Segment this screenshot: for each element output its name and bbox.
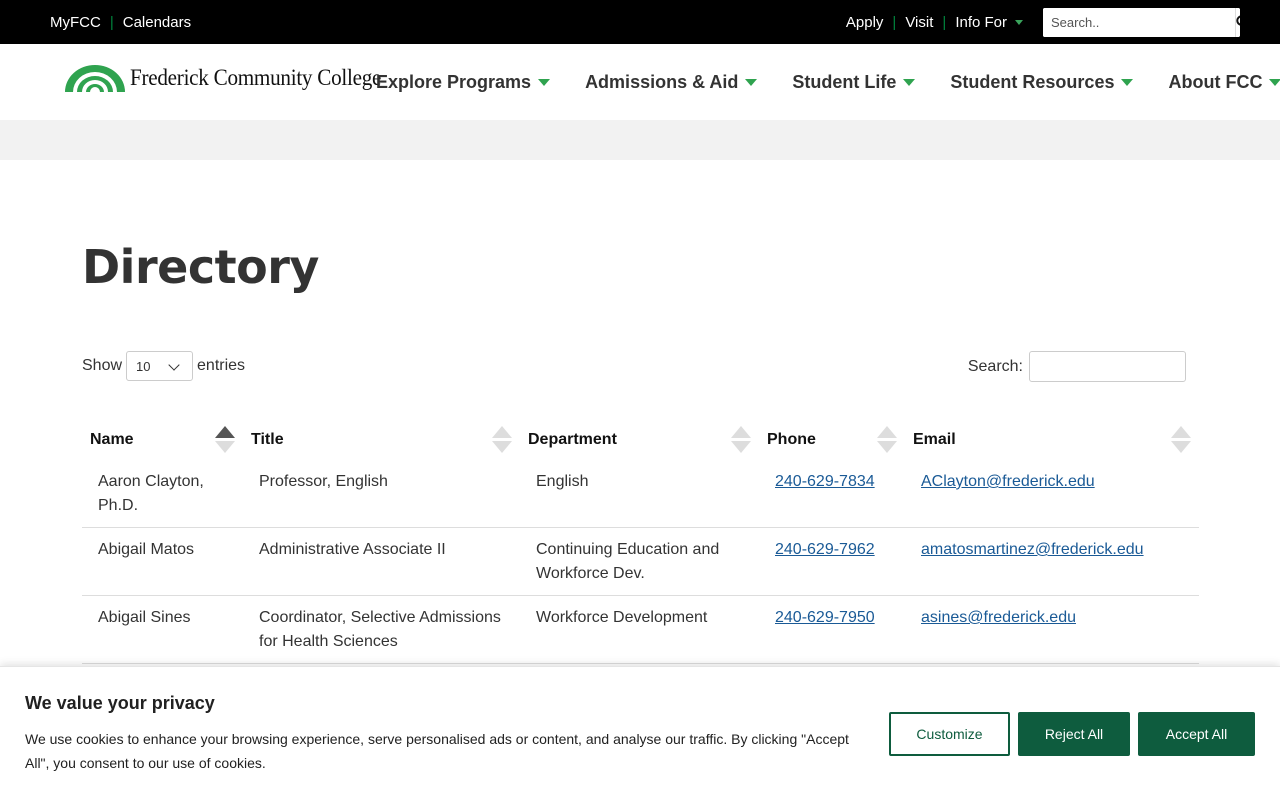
table-search-input[interactable] bbox=[1029, 351, 1186, 382]
calendars-link[interactable]: Calendars bbox=[123, 14, 191, 31]
entries-select[interactable]: 10 bbox=[126, 351, 194, 381]
utility-bar: MyFCC | Calendars Apply | Visit | Info F… bbox=[0, 0, 1280, 44]
cell-department: Workforce Development bbox=[520, 595, 759, 664]
cell-email: AClayton@frederick.edu bbox=[905, 460, 1199, 528]
page-title: Directory bbox=[82, 240, 319, 294]
caret-down-icon bbox=[745, 78, 758, 86]
breadcrumb-bar bbox=[0, 120, 1280, 160]
site-search bbox=[1043, 7, 1240, 37]
entries-value: 10 bbox=[136, 358, 151, 374]
email-link[interactable]: AClayton@frederick.edu bbox=[921, 473, 1095, 490]
primary-nav: Explore Programs Admissions & Aid Studen… bbox=[376, 44, 1280, 120]
cell-name: Abigail Matos bbox=[82, 527, 243, 596]
cookie-description: We use cookies to enhance your browsing … bbox=[25, 731, 849, 771]
email-link[interactable]: amatosmartinez@frederick.edu bbox=[921, 541, 1144, 558]
apply-link[interactable]: Apply bbox=[846, 14, 884, 31]
caret-down-icon bbox=[903, 78, 916, 86]
caret-down-icon bbox=[538, 78, 551, 86]
divider: | bbox=[109, 13, 114, 31]
nav-label: Student Resources bbox=[950, 71, 1115, 92]
column-header-title[interactable]: Title bbox=[243, 420, 520, 460]
caret-down-icon bbox=[1121, 78, 1134, 86]
visit-link[interactable]: Visit bbox=[905, 14, 933, 31]
column-header-phone[interactable]: Phone bbox=[759, 420, 905, 460]
customize-button[interactable]: Customize bbox=[889, 712, 1010, 756]
caret-down-icon bbox=[1015, 20, 1023, 26]
table-header-row: Name Title Department Phone Email bbox=[82, 420, 1199, 460]
table-search-label: Search: bbox=[967, 357, 1023, 375]
site-search-input[interactable] bbox=[1043, 7, 1235, 37]
column-header-department[interactable]: Department bbox=[520, 420, 759, 460]
cell-email: asines@frederick.edu bbox=[905, 595, 1199, 664]
myfcc-link[interactable]: MyFCC bbox=[50, 14, 101, 31]
caret-down-icon bbox=[1269, 78, 1280, 86]
utility-links-left: MyFCC | Calendars bbox=[50, 0, 191, 44]
sort-icon bbox=[492, 426, 512, 454]
nav-label: Explore Programs bbox=[376, 71, 532, 92]
table-row: Abigail Matos Administrative Associate I… bbox=[82, 527, 1199, 596]
nav-student-life[interactable]: Student Life bbox=[792, 71, 916, 93]
email-link[interactable]: asines@frederick.edu bbox=[921, 609, 1076, 626]
entries-length-control: Show 10 entries bbox=[82, 351, 245, 381]
logo-arc-icon bbox=[65, 65, 125, 92]
search-icon bbox=[1236, 15, 1240, 26]
column-label: Email bbox=[913, 431, 956, 448]
site-search-button[interactable] bbox=[1235, 7, 1240, 37]
nav-label: About FCC bbox=[1168, 71, 1263, 92]
main-header: Frederick Community College Explore Prog… bbox=[0, 44, 1280, 120]
entries-label: entries bbox=[197, 357, 246, 374]
nav-label: Admissions & Aid bbox=[585, 71, 739, 92]
cell-department: Continuing Education and Workforce Dev. bbox=[520, 527, 759, 596]
column-header-email[interactable]: Email bbox=[905, 420, 1199, 460]
cell-department: English bbox=[520, 460, 759, 528]
column-header-name[interactable]: Name bbox=[82, 420, 243, 460]
cell-phone: 240-629-7950 bbox=[759, 595, 905, 664]
column-label: Title bbox=[251, 431, 284, 448]
accept-all-button[interactable]: Accept All bbox=[1138, 712, 1255, 756]
sort-ascending-icon bbox=[215, 426, 235, 454]
sort-icon bbox=[1171, 426, 1191, 454]
cell-email: amatosmartinez@frederick.edu bbox=[905, 527, 1199, 596]
cookie-title: We value your privacy bbox=[25, 693, 215, 713]
college-logo[interactable]: Frederick Community College bbox=[64, 64, 403, 92]
phone-link[interactable]: 240-629-7834 bbox=[775, 473, 875, 490]
cell-name: Aaron Clayton, Ph.D. bbox=[82, 460, 243, 528]
cookie-actions: Customize Reject All Accept All bbox=[889, 712, 1255, 756]
info-for-label: Info For bbox=[955, 13, 1007, 31]
table-search: Search: bbox=[968, 351, 1186, 382]
info-for-dropdown[interactable]: Info For bbox=[955, 14, 1023, 31]
cell-title: Administrative Associate II bbox=[243, 527, 520, 596]
phone-link[interactable]: 240-629-7950 bbox=[775, 609, 875, 626]
cell-phone: 240-629-7962 bbox=[759, 527, 905, 596]
nav-student-resources[interactable]: Student Resources bbox=[950, 71, 1134, 93]
nav-admissions-aid[interactable]: Admissions & Aid bbox=[585, 71, 758, 93]
phone-link[interactable]: 240-629-7962 bbox=[775, 541, 875, 558]
logo-text: Frederick Community College bbox=[130, 65, 382, 90]
column-label: Department bbox=[528, 431, 617, 448]
divider: | bbox=[892, 13, 897, 31]
directory-table: Name Title Department Phone Email Aaron … bbox=[82, 420, 1199, 664]
table-row: Abigail Sines Coordinator, Selective Adm… bbox=[82, 595, 1199, 664]
show-label: Show bbox=[82, 357, 123, 374]
column-label: Phone bbox=[767, 431, 816, 448]
cell-title: Professor, English bbox=[243, 460, 520, 528]
cell-title: Coordinator, Selective Admissions for He… bbox=[243, 595, 520, 664]
divider: | bbox=[942, 13, 947, 31]
cell-phone: 240-629-7834 bbox=[759, 460, 905, 528]
chevron-down-icon bbox=[168, 359, 180, 371]
cell-name: Abigail Sines bbox=[82, 595, 243, 664]
nav-explore-programs[interactable]: Explore Programs bbox=[376, 71, 551, 93]
cookie-consent-banner: We value your privacy We use cookies to … bbox=[0, 666, 1280, 800]
sort-icon bbox=[731, 426, 751, 454]
sort-icon bbox=[877, 426, 897, 454]
reject-all-button[interactable]: Reject All bbox=[1018, 712, 1130, 756]
utility-links-right: Apply | Visit | Info For bbox=[846, 0, 1240, 44]
nav-label: Student Life bbox=[792, 71, 897, 92]
nav-about-fcc[interactable]: About FCC bbox=[1168, 72, 1280, 93]
column-label: Name bbox=[90, 431, 134, 448]
table-row: Aaron Clayton, Ph.D. Professor, English … bbox=[82, 460, 1199, 528]
